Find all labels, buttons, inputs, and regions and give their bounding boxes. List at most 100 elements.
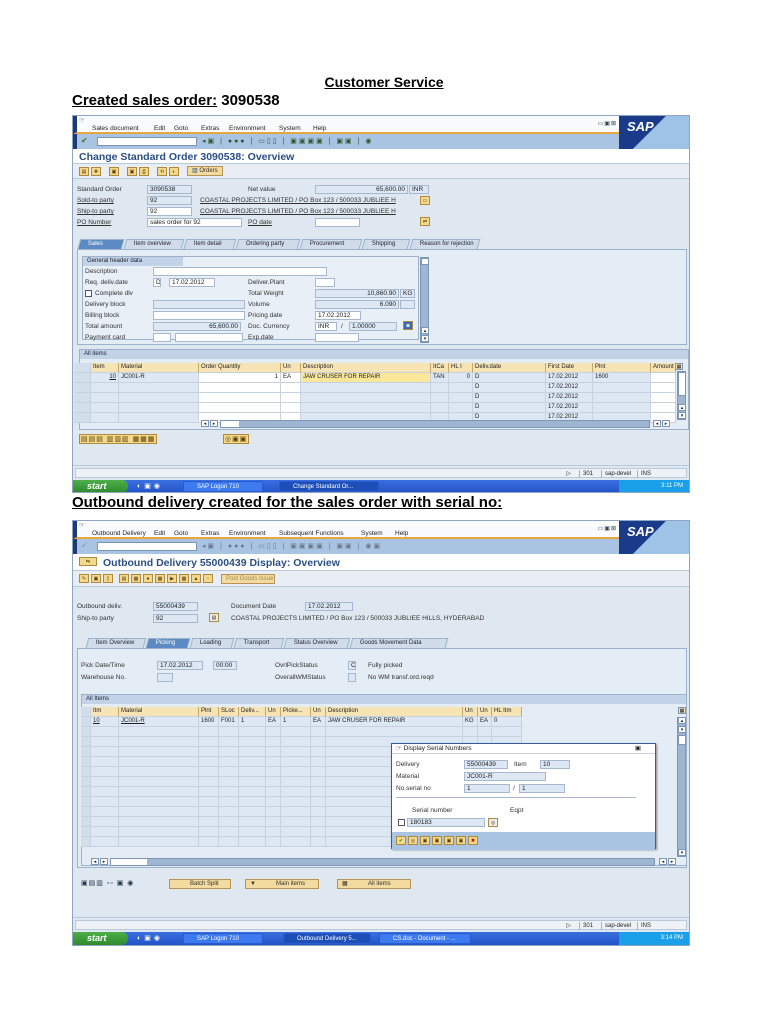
- header-icon[interactable]: ▣: [109, 167, 119, 176]
- tab-transport[interactable]: Transport: [233, 638, 285, 648]
- row-selector[interactable]: [81, 777, 91, 787]
- sold-to-field[interactable]: 92: [147, 196, 192, 205]
- row-selector[interactable]: [81, 787, 91, 797]
- scroll-down-button[interactable]: ▾: [421, 335, 429, 342]
- deselect-icon[interactable]: ▣: [432, 836, 442, 845]
- table-cell[interactable]: JC001-R: [119, 373, 199, 383]
- item-toolbar-icons[interactable]: ▤▤▤ ▥▥▥ ▦▦▦: [79, 434, 158, 444]
- pricing-date-field[interactable]: 17.02.2012: [315, 311, 361, 320]
- toolbar-icons[interactable]: ◂▣ | ●●● | ▭▯▯ | ▣▣▣▣ | ▣▣ | ◉▣: [202, 542, 382, 550]
- table-cell[interactable]: 1: [199, 373, 281, 383]
- payment-card-field[interactable]: [175, 333, 243, 342]
- table-cell[interactable]: [651, 393, 676, 403]
- toolbar-icons[interactable]: ◂▣ | ●●● | ▭▯▯ | ▣▣▣▣ | ▣▣ | ◉: [202, 137, 373, 145]
- all-items-button[interactable]: ▦ All items: [337, 879, 411, 889]
- table-cell[interactable]: [281, 403, 301, 413]
- partner-details-icon[interactable]: ▭: [420, 196, 430, 205]
- picking-icon[interactable]: ▦: [131, 574, 141, 583]
- table-cell[interactable]: [199, 383, 281, 393]
- table-cell[interactable]: 10: [91, 373, 119, 383]
- items-scroll-down[interactable]: ▾: [678, 412, 686, 419]
- edit-icon[interactable]: ✎: [79, 574, 89, 583]
- table-cell[interactable]: D: [473, 393, 546, 403]
- row-selector[interactable]: [81, 767, 91, 777]
- tab-sales[interactable]: Sales: [77, 239, 125, 249]
- row-selector[interactable]: [81, 837, 91, 847]
- tab-shipping[interactable]: Shipping: [361, 239, 411, 249]
- row-selector[interactable]: [81, 807, 91, 817]
- column-header[interactable]: Deliv.date: [473, 363, 546, 373]
- orders-button[interactable]: ▥ Orders: [187, 166, 223, 176]
- pricing-details-icon[interactable]: ⇄: [420, 217, 430, 226]
- command-field[interactable]: [97, 137, 197, 146]
- items-icon[interactable]: ▣: [127, 167, 137, 176]
- table-cell[interactable]: [91, 383, 119, 393]
- column-header[interactable]: Plnt: [593, 363, 651, 373]
- row-selector[interactable]: [74, 373, 91, 383]
- table-cell[interactable]: [449, 403, 473, 413]
- description-field[interactable]: [153, 267, 327, 276]
- taskbar-change-order[interactable]: Change Standard Or...: [279, 481, 379, 492]
- quick-launch-icons[interactable]: ◐▣◉: [137, 482, 163, 490]
- column-header[interactable]: Un: [478, 707, 492, 717]
- po-number-field[interactable]: sales order for 92: [147, 218, 242, 227]
- column-header[interactable]: Order Quantity: [199, 363, 281, 373]
- menu-environment[interactable]: Environment: [229, 530, 266, 537]
- table-cell[interactable]: [651, 403, 676, 413]
- batch-split-button[interactable]: Batch Split: [169, 879, 231, 889]
- currency-info-icon[interactable]: ◙: [403, 321, 413, 330]
- table-cell[interactable]: TAN: [431, 373, 449, 383]
- ship-to-name[interactable]: COASTAL PROJECTS LIMITED / PO Box 123 / …: [200, 208, 418, 215]
- table-cell[interactable]: [593, 393, 651, 403]
- table-cell[interactable]: [593, 403, 651, 413]
- req-deliv-type-field[interactable]: D: [153, 278, 161, 287]
- row-selector[interactable]: [81, 737, 91, 747]
- copy-icon[interactable]: ▣: [444, 836, 454, 845]
- table-cell[interactable]: 17.02.2012: [546, 383, 593, 393]
- table-cell[interactable]: [199, 393, 281, 403]
- tab-item-detail[interactable]: Item detail: [183, 239, 237, 249]
- sold-to-label[interactable]: Sold-to party: [77, 197, 114, 204]
- column-header[interactable]: Picke...: [281, 707, 311, 717]
- tab-ordering-party[interactable]: Ordering party: [235, 239, 301, 249]
- items-scroll-up[interactable]: ▴: [678, 717, 686, 724]
- menu-system[interactable]: System: [279, 125, 301, 132]
- table-cell[interactable]: [91, 413, 119, 423]
- column-config-icon[interactable]: ▦: [675, 363, 683, 370]
- scroll-up-button[interactable]: ▴: [421, 327, 429, 334]
- tab-item-overview[interactable]: Item Overview: [85, 638, 147, 648]
- table-cell[interactable]: [301, 383, 431, 393]
- column-header[interactable]: Un: [266, 707, 281, 717]
- sold-to-name[interactable]: COASTAL PROJECTS LIMITED / PO Box 123 / …: [200, 197, 418, 204]
- items-scroll-up[interactable]: ▴: [678, 404, 686, 411]
- detail-icon[interactable]: ◎: [408, 836, 418, 845]
- window-controls[interactable]: ▭▣⊠: [598, 120, 617, 127]
- enter-icon[interactable]: ✔: [81, 541, 88, 550]
- table-cell[interactable]: [651, 373, 676, 383]
- menu-environment[interactable]: Environment: [229, 125, 266, 132]
- output-icon[interactable]: ▫: [203, 574, 213, 583]
- column-header[interactable]: Un: [281, 363, 301, 373]
- table-cell[interactable]: [651, 383, 676, 393]
- table-cell[interactable]: [301, 403, 431, 413]
- menu-sales-document[interactable]: Sales document: [92, 125, 139, 132]
- menu-subsequent-functions[interactable]: Subsequent Functions: [279, 530, 344, 537]
- doc-currency-field[interactable]: INR: [315, 322, 337, 331]
- column-header[interactable]: Material: [119, 707, 199, 717]
- column-header[interactable]: Itm: [91, 707, 119, 717]
- window-controls[interactable]: ▭▣⊠: [598, 525, 617, 532]
- row-selector[interactable]: [81, 727, 91, 737]
- table-cell[interactable]: EA: [281, 373, 301, 383]
- menu-extras[interactable]: Extras: [201, 530, 219, 537]
- payment-card-type-field[interactable]: [153, 333, 171, 342]
- tab-loading[interactable]: Loading: [189, 638, 235, 648]
- items-scroll-bottom[interactable]: ▾: [678, 849, 686, 856]
- table-cell[interactable]: [431, 393, 449, 403]
- table-cell[interactable]: [119, 403, 199, 413]
- ship-to-label[interactable]: Ship-to party: [77, 208, 114, 215]
- table-cell[interactable]: D: [473, 383, 546, 393]
- row-selector[interactable]: [81, 747, 91, 757]
- column-header[interactable]: Un: [311, 707, 326, 717]
- start-button[interactable]: start: [73, 932, 128, 945]
- column-header[interactable]: Deliv...: [239, 707, 266, 717]
